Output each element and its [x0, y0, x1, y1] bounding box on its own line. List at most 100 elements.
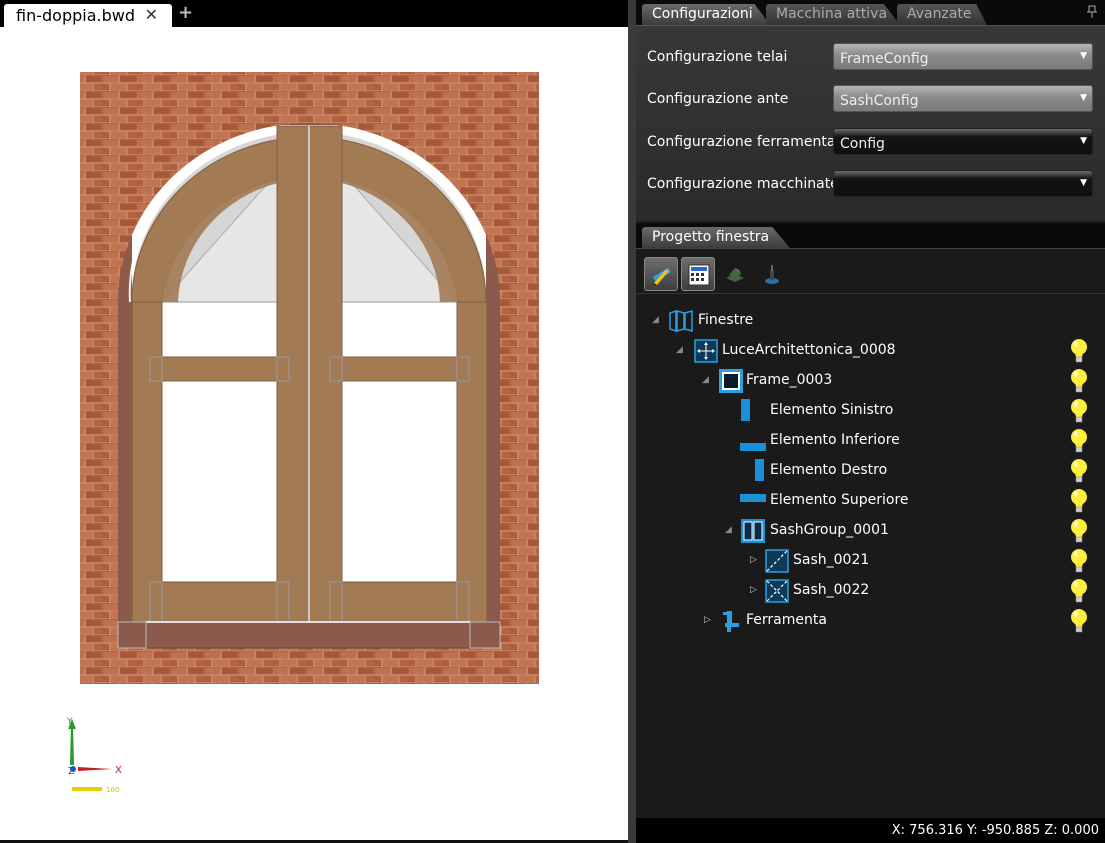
cursor-coordinates: X: 756.316 Y: -950.885 Z: 0.000: [891, 823, 1099, 838]
right-element-icon: [740, 459, 766, 487]
hardware-config-select[interactable]: Config ▼: [833, 128, 1093, 155]
tree-item-label: Frame_0003: [746, 372, 833, 388]
window-panels-icon: [668, 309, 694, 337]
tree-item-frame[interactable]: ◢ Frame_0003: [636, 366, 1105, 396]
tree-item-sash-0022[interactable]: ▷ Sash_0022: [636, 576, 1105, 606]
lightbulb-icon[interactable]: [1069, 548, 1089, 578]
collapsed-arrow-icon[interactable]: ▷: [704, 615, 711, 625]
config-label: Configurazione telai: [647, 49, 788, 65]
tree-item-ferramenta[interactable]: ▷ Ferramenta: [636, 606, 1105, 636]
top-element-icon: [740, 489, 766, 517]
add-tab-button[interactable]: +: [178, 2, 193, 23]
axis-y-label: Y: [66, 717, 73, 727]
tree-item-luce-architettonica[interactable]: ◢ LuceArchitettonica_0008: [636, 336, 1105, 366]
document-tab[interactable]: fin-doppia.bwd ✕: [4, 4, 172, 27]
chevron-down-icon: ▼: [1080, 178, 1087, 188]
toolbar-divider: [636, 293, 1105, 294]
tree-item-label: Sash_0021: [793, 552, 870, 568]
expanded-arrow-icon[interactable]: ◢: [676, 345, 683, 355]
sashgroup-icon: [740, 519, 766, 547]
tab-label: Avanzate: [907, 6, 972, 22]
tree-item-elemento-inferiore[interactable]: Elemento Inferiore: [636, 426, 1105, 456]
pencil-ruler-icon[interactable]: [644, 257, 678, 291]
tree-item-label: LuceArchitettonica_0008: [722, 342, 896, 358]
tree-item-label: Elemento Sinistro: [770, 402, 894, 418]
tree-item-label: Ferramenta: [746, 612, 827, 628]
status-bar: X: 756.316 Y: -950.885 Z: 0.000: [636, 818, 1105, 843]
close-icon[interactable]: ✕: [145, 5, 158, 24]
tree-item-label: SashGroup_0001: [770, 522, 889, 538]
calculator-icon[interactable]: [681, 257, 715, 291]
expanded-arrow-icon[interactable]: ◢: [725, 525, 732, 535]
tree-item-elemento-destro[interactable]: Elemento Destro: [636, 456, 1105, 486]
axis-z-label: Z: [68, 766, 75, 777]
tool-icon[interactable]: [755, 257, 789, 291]
frame-config-select[interactable]: FrameConfig ▼: [833, 43, 1093, 70]
project-section: ◢ Finestre ◢ LuceArchitettonica_0008 ◢ F…: [636, 248, 1105, 818]
bottom-element-icon: [740, 429, 766, 457]
hardware-icon: [718, 609, 744, 637]
config-label: Configurazione macchinate: [647, 176, 839, 192]
chevron-down-icon: ▼: [1080, 136, 1087, 146]
config-label: Configurazione ante: [647, 91, 789, 107]
lightbulb-icon[interactable]: [1069, 338, 1089, 368]
tree-item-label: Sash_0022: [793, 582, 870, 598]
pane-splitter[interactable]: [628, 0, 636, 843]
tab-avanzate[interactable]: Avanzate: [897, 4, 987, 25]
lightbulb-icon[interactable]: [1069, 578, 1089, 608]
tree-item-elemento-sinistro[interactable]: Elemento Sinistro: [636, 396, 1105, 426]
config-row-macchinate: Configurazione macchinate ▼: [647, 170, 1097, 198]
lightbulb-icon[interactable]: [1069, 488, 1089, 518]
config-row-ferramenta: Configurazione ferramenta Config ▼: [647, 128, 1097, 156]
machining-config-select[interactable]: ▼: [833, 170, 1093, 197]
project-toolbar: [644, 257, 1094, 293]
scale-label: 100: [106, 786, 119, 794]
tree-item-sash-0021[interactable]: ▷ Sash_0021: [636, 546, 1105, 576]
collapsed-arrow-icon[interactable]: ▷: [750, 585, 757, 595]
axis-gizmo: Y X Z 100: [66, 717, 122, 794]
select-value: SashConfig: [840, 93, 919, 109]
pin-icon[interactable]: [1087, 5, 1097, 23]
tree-item-sashgroup[interactable]: ◢ SashGroup_0001: [636, 516, 1105, 546]
lightbulb-icon[interactable]: [1069, 368, 1089, 398]
config-section: Configurazione telai FrameConfig ▼ Confi…: [636, 25, 1105, 221]
tab-label: Progetto finestra: [652, 229, 770, 245]
lightbulb-icon[interactable]: [1069, 428, 1089, 458]
project-tabstrip: Progetto finestra: [636, 223, 1105, 248]
machine-icon[interactable]: [718, 257, 752, 291]
config-tabstrip: Configurazioni Macchina attiva Avanzate: [636, 0, 1105, 25]
tab-progetto-finestra[interactable]: Progetto finestra: [642, 227, 790, 248]
tree-item-elemento-superiore[interactable]: Elemento Superiore: [636, 486, 1105, 516]
expanded-arrow-icon[interactable]: ◢: [652, 315, 659, 325]
properties-panel: Configurazioni Macchina attiva Avanzate …: [636, 0, 1105, 843]
tree-item-finestre[interactable]: ◢ Finestre: [636, 306, 1105, 336]
tree-item-label: Elemento Inferiore: [770, 432, 900, 448]
document-tab-title: fin-doppia.bwd: [16, 6, 135, 25]
tab-configurazioni[interactable]: Configurazioni: [642, 4, 770, 25]
lightbulb-icon[interactable]: [1069, 608, 1089, 638]
config-row-telai: Configurazione telai FrameConfig ▼: [647, 43, 1097, 71]
tree-item-label: Elemento Destro: [770, 462, 888, 478]
lightbulb-icon[interactable]: [1069, 398, 1089, 428]
tab-label: Macchina attiva: [776, 6, 888, 22]
opening-icon: [693, 339, 719, 367]
chevron-down-icon: ▼: [1080, 51, 1087, 61]
config-label: Configurazione ferramenta: [647, 134, 836, 150]
tab-label: Configurazioni: [652, 6, 753, 22]
document-pane: fin-doppia.bwd ✕ + Y X Z 100: [0, 0, 630, 843]
chevron-down-icon: ▼: [1080, 93, 1087, 103]
sash-icon: [764, 549, 790, 577]
collapsed-arrow-icon[interactable]: ▷: [750, 555, 757, 565]
expanded-arrow-icon[interactable]: ◢: [702, 375, 709, 385]
drawing-viewport[interactable]: Y X Z 100: [0, 27, 628, 840]
select-value: Config: [840, 136, 885, 152]
tab-macchina-attiva[interactable]: Macchina attiva: [766, 4, 900, 25]
lightbulb-icon[interactable]: [1069, 458, 1089, 488]
document-tabbar: fin-doppia.bwd ✕ +: [0, 0, 630, 27]
lightbulb-icon[interactable]: [1069, 518, 1089, 548]
left-element-icon: [740, 399, 766, 427]
tree-item-label: Elemento Superiore: [770, 492, 909, 508]
window-drawing: Y X Z 100: [66, 72, 539, 794]
sash-config-select[interactable]: SashConfig ▼: [833, 85, 1093, 112]
frame-icon: [718, 369, 744, 397]
